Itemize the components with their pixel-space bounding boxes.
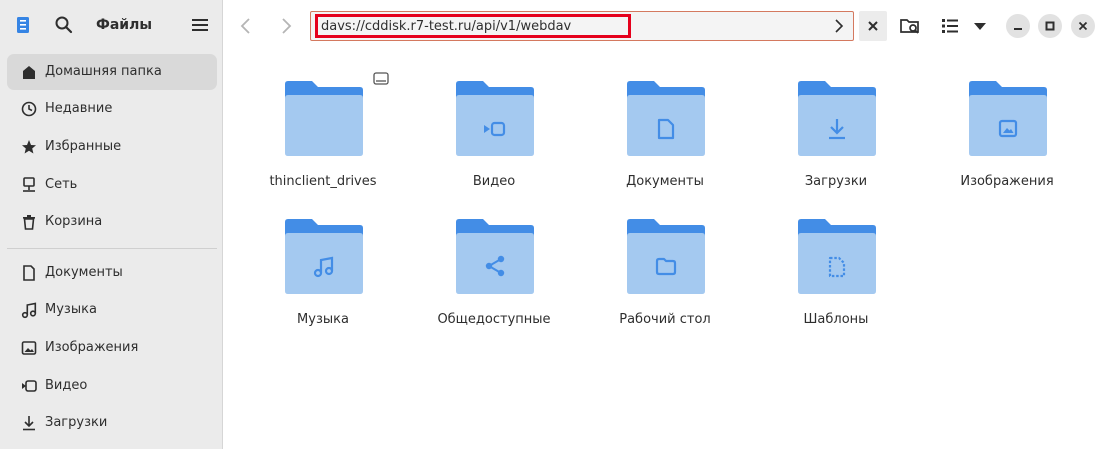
sidebar-item-starred[interactable]: Избранные — [7, 129, 217, 165]
folder-item[interactable]: Музыка — [253, 216, 393, 356]
sidebar-item-label: Загрузки — [45, 415, 108, 430]
sidebar-item-label: Сеть — [45, 177, 78, 192]
sidebar: Файлы Домашняя папка Недавние Избранные — [0, 0, 223, 449]
forward-icon[interactable] — [273, 13, 299, 39]
folder-name: thinclient_drives — [269, 174, 377, 189]
location-bar — [310, 11, 854, 41]
clock-icon — [21, 101, 37, 117]
sidebar-item-pictures[interactable]: Изображения — [7, 330, 217, 366]
network-icon — [23, 177, 35, 192]
folder-item[interactable]: Общедоступные — [424, 216, 564, 356]
folder-icon — [969, 81, 1047, 156]
folder-name: Загрузки — [804, 174, 868, 189]
sidebar-item-label: Видео — [45, 378, 88, 393]
folder-icon — [285, 219, 363, 294]
drive-emblem-icon — [373, 72, 389, 85]
folder-name: Шаблоны — [803, 312, 869, 327]
search-icon[interactable] — [54, 15, 74, 35]
files-app-icon — [17, 17, 29, 33]
folder-item[interactable]: Изображения — [937, 78, 1077, 218]
trash-icon — [23, 215, 35, 230]
app-title: Файлы — [95, 17, 153, 33]
folder-item[interactable]: Шаблоны — [766, 216, 906, 356]
go-arrow-icon[interactable] — [829, 16, 849, 36]
hamburger-menu-icon[interactable] — [191, 16, 209, 34]
document-icon — [23, 265, 35, 281]
close-window-button[interactable] — [1071, 14, 1095, 38]
header-bar — [223, 0, 1099, 52]
close-icon — [868, 21, 878, 31]
location-input[interactable] — [315, 14, 631, 38]
folder-item[interactable]: thinclient_drives — [253, 78, 393, 218]
folder-icon — [456, 219, 534, 294]
folder-item[interactable]: Рабочий стол — [595, 216, 735, 356]
folder-name: Видео — [472, 174, 516, 189]
folder-name: Документы — [626, 174, 704, 189]
folder-item[interactable]: Документы — [595, 78, 735, 218]
folder-icon — [627, 219, 705, 294]
sidebar-item-music[interactable]: Музыка — [7, 292, 217, 328]
star-icon — [22, 140, 36, 154]
sidebar-item-label: Избранные — [45, 139, 122, 154]
back-icon[interactable] — [233, 13, 259, 39]
folder-name: Музыка — [297, 312, 349, 327]
sidebar-item-videos[interactable]: Видео — [7, 368, 217, 404]
view-options-dropdown-icon[interactable] — [967, 13, 993, 39]
music-icon — [21, 302, 37, 319]
sidebar-item-label: Недавние — [45, 101, 113, 116]
sidebar-item-downloads[interactable]: Загрузки — [7, 405, 217, 441]
folder-icon — [798, 219, 876, 294]
close-icon — [1078, 21, 1088, 31]
sidebar-item-trash[interactable]: Корзина — [7, 204, 217, 240]
sidebar-item-label: Корзина — [45, 214, 103, 229]
sidebar-header: Файлы — [0, 0, 223, 50]
minimize-icon — [1014, 28, 1022, 30]
sidebar-item-label: Домашняя папка — [45, 64, 162, 79]
folder-name: Рабочий стол — [619, 312, 711, 327]
home-icon — [23, 66, 35, 79]
folder-item[interactable]: Загрузки — [766, 78, 906, 218]
folder-name: Изображения — [960, 174, 1054, 189]
maximize-button[interactable] — [1038, 14, 1062, 38]
folder-icon — [798, 81, 876, 156]
sidebar-item-label: Документы — [45, 265, 123, 280]
sidebar-separator — [7, 248, 217, 249]
sidebar-item-recent[interactable]: Недавние — [7, 91, 217, 127]
sidebar-item-label: Музыка — [45, 302, 97, 317]
folder-icon — [285, 81, 363, 156]
sidebar-item-label: Изображения — [45, 340, 139, 355]
maximize-icon — [1045, 21, 1055, 31]
list-view-icon[interactable] — [937, 13, 963, 39]
folder-icon — [456, 81, 534, 156]
sidebar-item-network[interactable]: Сеть — [7, 167, 217, 203]
download-icon — [23, 416, 35, 431]
folder-item[interactable]: Видео — [424, 78, 564, 218]
folder-name: Общедоступные — [437, 312, 551, 327]
clear-location-button[interactable] — [859, 11, 887, 41]
video-icon — [22, 380, 37, 392]
image-icon — [21, 341, 37, 355]
folder-icon — [627, 81, 705, 156]
sidebar-item-documents[interactable]: Документы — [7, 255, 217, 291]
sidebar-item-home[interactable]: Домашняя папка — [7, 54, 217, 90]
minimize-button[interactable] — [1006, 14, 1030, 38]
search-folder-icon[interactable] — [897, 13, 923, 39]
